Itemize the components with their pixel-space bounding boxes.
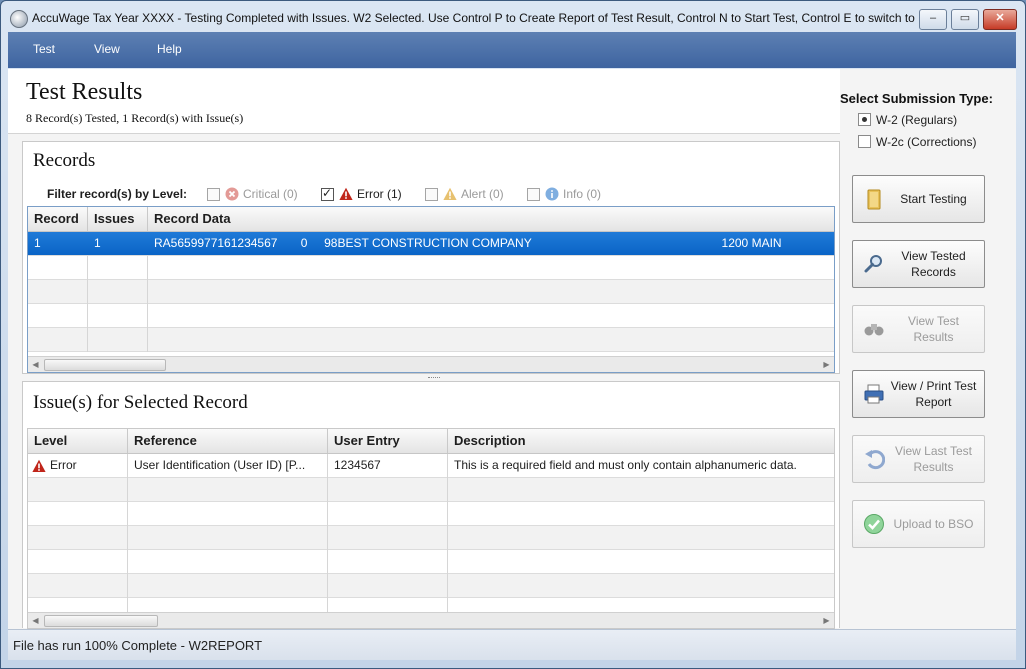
table-row[interactable]: Error User Identification (User ID) [P..… (28, 454, 834, 478)
issue-count-cell: 1 (94, 236, 101, 250)
error-icon (32, 459, 46, 472)
menu-view[interactable]: View (94, 42, 120, 56)
user-entry-cell: 1234567 (328, 454, 448, 478)
error-icon (339, 187, 353, 200)
menu-test[interactable]: Test (33, 42, 55, 56)
column-level[interactable]: Level (28, 429, 128, 453)
page-title: Test Results (26, 79, 143, 105)
view-print-test-report-button[interactable]: View / Print Test Report (852, 370, 985, 418)
description-cell: This is a required field and must only c… (454, 458, 797, 472)
view-last-test-results-button[interactable]: View Last Test Results (852, 435, 985, 483)
records-horizontal-scrollbar[interactable]: ◀ ▶ (28, 356, 834, 372)
issues-horizontal-scrollbar[interactable]: ◀ ▶ (28, 612, 834, 628)
record-data-cell: RA5659977161234567 0 98BEST CONSTRUCTION… (154, 236, 782, 250)
alert-icon (443, 187, 457, 200)
records-title: Records (33, 150, 96, 171)
table-row (28, 304, 834, 328)
view-last-test-results-label: View Last Test Results (895, 444, 972, 474)
table-row (28, 328, 834, 352)
scrollbar-thumb[interactable] (44, 615, 158, 627)
minimize-button[interactable]: ‒ (919, 9, 947, 30)
records-panel: Records Filter record(s) by Level: Criti… (22, 141, 840, 374)
error-filter-label: Error (1) (357, 187, 402, 201)
info-filter-label: Info (0) (563, 187, 602, 201)
alert-filter-label: Alert (0) (461, 187, 504, 201)
w2-radio-label[interactable]: W-2 (Regulars) (876, 113, 957, 127)
column-issues[interactable]: Issues (88, 207, 148, 231)
issues-grid[interactable]: Level Reference User Entry Description E… (27, 428, 835, 629)
alert-filter-checkbox[interactable] (425, 188, 438, 201)
column-record[interactable]: Record (28, 207, 88, 231)
title-bar[interactable]: AccuWage Tax Year XXXX - Testing Complet… (1, 1, 1025, 33)
table-row[interactable]: 1 1 RA5659977161234567 0 98BEST CONSTRUC… (28, 232, 834, 256)
info-filter-checkbox[interactable] (527, 188, 540, 201)
scroll-right-arrow-icon[interactable]: ▶ (821, 615, 832, 626)
table-row (28, 280, 834, 304)
table-row (28, 574, 834, 598)
scroll-left-arrow-icon[interactable]: ◀ (30, 615, 41, 626)
upload-to-bso-button[interactable]: Upload to BSO (852, 500, 985, 548)
maximize-button[interactable]: ▭ (951, 9, 979, 30)
app-logo-icon (10, 10, 28, 28)
results-header: Test Results 8 Record(s) Tested, 1 Recor… (8, 69, 840, 134)
w2-radio[interactable] (858, 113, 871, 126)
view-tested-records-label: View Tested Records (901, 249, 966, 279)
scroll-right-arrow-icon[interactable]: ▶ (821, 359, 832, 370)
start-testing-button[interactable]: Start Testing (852, 175, 985, 223)
issues-title: Issue(s) for Selected Record (33, 392, 248, 413)
view-test-results-button[interactable]: View Test Results (852, 305, 985, 353)
submission-type-label: Select Submission Type: (840, 91, 993, 106)
menu-bar: Test View Help (8, 32, 1016, 68)
critical-filter-label: Critical (0) (243, 187, 298, 201)
column-reference[interactable]: Reference (128, 429, 328, 453)
records-summary: 8 Record(s) Tested, 1 Record(s) with Iss… (26, 111, 244, 125)
menu-help[interactable]: Help (157, 42, 182, 56)
record-number-cell: 1 (34, 236, 41, 250)
table-row (28, 256, 834, 280)
issues-panel: Issue(s) for Selected Record Level Refer… (22, 381, 840, 629)
column-record-data[interactable]: Record Data (148, 207, 834, 231)
table-row (28, 550, 834, 574)
results-pane: Test Results 8 Record(s) Tested, 1 Recor… (8, 69, 840, 629)
binoculars-icon (864, 324, 884, 336)
start-testing-label: Start Testing (900, 192, 967, 206)
view-print-test-report-label: View / Print Test Report (890, 379, 977, 409)
magnifier-icon (864, 255, 882, 273)
action-sidebar: Select Submission Type: W-2 (Regulars) W… (840, 69, 1016, 629)
check-circle-icon (864, 514, 884, 534)
w2c-radio-label[interactable]: W-2c (Corrections) (876, 135, 976, 149)
folder-icon (867, 189, 881, 210)
upload-to-bso-label: Upload to BSO (893, 517, 974, 531)
scroll-left-arrow-icon[interactable]: ◀ (30, 359, 41, 370)
close-button[interactable]: ✕ (983, 9, 1017, 30)
level-text: Error (50, 458, 77, 472)
error-filter-checkbox[interactable] (321, 186, 334, 201)
column-user-entry[interactable]: User Entry (328, 429, 448, 453)
w2c-radio[interactable] (858, 135, 871, 148)
reference-cell: User Identification (User ID) [P... (128, 454, 328, 478)
records-grid[interactable]: Record Issues Record Data 1 1 RA56599771… (27, 206, 835, 373)
table-row (28, 502, 834, 526)
issues-grid-header: Level Reference User Entry Description (28, 429, 834, 454)
window-title: AccuWage Tax Year XXXX - Testing Complet… (32, 11, 929, 25)
level-cell: Error (28, 454, 128, 478)
scrollbar-thumb[interactable] (44, 359, 166, 371)
main-content: Test Results 8 Record(s) Tested, 1 Recor… (8, 69, 1016, 629)
view-test-results-label: View Test Results (908, 314, 959, 344)
info-icon (545, 187, 559, 201)
view-tested-records-button[interactable]: View Tested Records (852, 240, 985, 288)
table-row (28, 526, 834, 550)
column-description[interactable]: Description (448, 429, 834, 453)
critical-icon (225, 187, 239, 201)
undo-arrow-icon (865, 450, 885, 470)
status-bar: File has run 100% Complete - W2REPORT (8, 629, 1016, 660)
table-row (28, 478, 834, 502)
records-grid-header: Record Issues Record Data (28, 207, 834, 232)
filter-label: Filter record(s) by Level: (47, 187, 188, 201)
critical-filter-checkbox[interactable] (207, 188, 220, 201)
printer-icon (864, 384, 884, 404)
status-text: File has run 100% Complete - W2REPORT (13, 638, 263, 653)
